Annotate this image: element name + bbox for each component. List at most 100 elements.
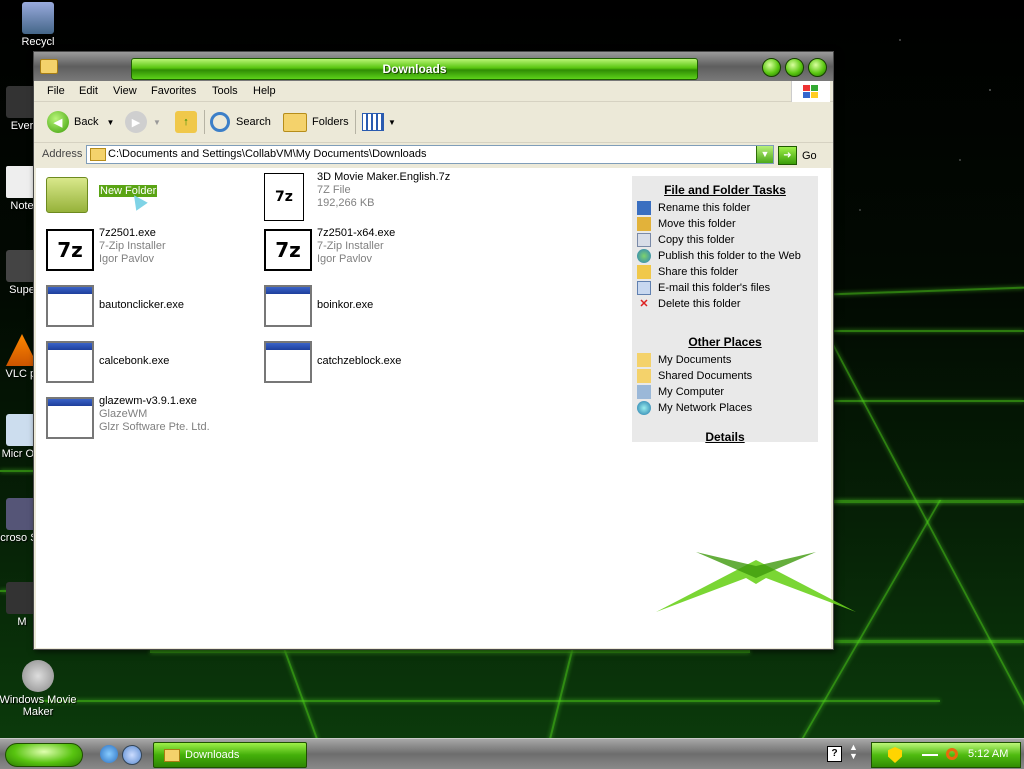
place-my-network-places[interactable]: My Network Places — [632, 400, 818, 416]
other-places-title[interactable]: Other Places — [632, 335, 818, 349]
desktop-icon-recycle-bin[interactable]: Recycl — [0, 2, 78, 48]
task-label: E-mail this folder's files — [658, 282, 771, 294]
place-my-documents[interactable]: My Documents — [632, 352, 818, 368]
search-button[interactable]: Search — [210, 110, 271, 134]
taskbar-button-label: Downloads — [185, 749, 240, 761]
shared-documents-icon — [637, 369, 651, 383]
my-documents-icon — [637, 353, 651, 367]
place-label: Shared Documents — [658, 370, 753, 382]
address-label: Address — [42, 148, 83, 160]
folders-button[interactable]: Folders — [283, 110, 349, 134]
menu-bar: File Edit View Favorites Tools Help — [34, 81, 833, 103]
file-name: bautonclicker.exe — [99, 299, 184, 311]
task-label: Delete this folder — [658, 298, 741, 310]
desktop-icon-label: Ever — [10, 120, 34, 132]
recycle-bin-icon — [22, 2, 54, 34]
file-name: boinkor.exe — [317, 299, 374, 311]
task-delete[interactable]: ✕ Delete this folder — [632, 296, 818, 312]
maximize-button[interactable] — [785, 58, 804, 77]
help-icon[interactable]: ? — [827, 746, 842, 762]
go-button[interactable]: ➜ Go — [778, 146, 817, 165]
task-label: Share this folder — [658, 266, 739, 278]
search-icon[interactable] — [946, 748, 958, 760]
file-description: 7-Zip Installer — [317, 240, 384, 252]
task-label: Publish this folder to the Web — [658, 250, 801, 262]
folder-icon — [46, 177, 88, 213]
place-label: My Computer — [658, 386, 725, 398]
address-bar: Address C:\Documents and Settings\Collab… — [34, 143, 833, 165]
go-label: Go — [802, 149, 817, 162]
go-arrow-icon: ➜ — [778, 146, 797, 165]
search-label: Search — [236, 116, 271, 128]
system-tray: 5:12 AM — [871, 742, 1021, 768]
desktop-icon-label: Recycl — [21, 36, 55, 48]
chevron-down-icon[interactable]: ▼ — [756, 146, 773, 163]
file-company: Igor Pavlov — [317, 253, 373, 265]
task-move[interactable]: Move this folder — [632, 216, 818, 232]
file-description: GlazeWM — [99, 408, 148, 420]
address-input[interactable]: C:\Documents and Settings\CollabVM\My Do… — [86, 145, 774, 164]
place-shared-documents[interactable]: Shared Documents — [632, 368, 818, 384]
file-item[interactable]: 7z 3D Movie Maker.English.7z 7Z File 192… — [258, 169, 468, 221]
minimize-button[interactable] — [762, 58, 781, 77]
file-name: calcebonk.exe — [99, 355, 170, 367]
menu-tools[interactable]: Tools — [212, 85, 238, 97]
folder-icon — [164, 748, 180, 762]
menu-file[interactable]: File — [47, 85, 65, 97]
7zip-icon: 7z — [46, 229, 94, 271]
toolbar: ◀ Back ▼ ▶ ▼ ↑ Search Folders ▼ — [34, 102, 833, 143]
task-copy[interactable]: Copy this folder — [632, 232, 818, 248]
file-item[interactable]: 7z 7z2501.exe 7-Zip Installer Igor Pavlo… — [40, 225, 250, 275]
file-item[interactable]: catchzeblock.exe — [258, 337, 468, 387]
grid-line — [830, 330, 1024, 332]
toolbar-separator — [204, 110, 205, 134]
menu-help[interactable]: Help — [253, 85, 276, 97]
file-item[interactable]: 7z 7z2501-x64.exe 7-Zip Installer Igor P… — [258, 225, 468, 275]
ie-icon[interactable] — [100, 745, 118, 763]
views-button[interactable]: ▼ — [362, 110, 396, 134]
task-pane: File and Folder Tasks Rename this folder… — [620, 168, 856, 648]
task-share[interactable]: Share this folder — [632, 264, 818, 280]
file-item[interactable]: bautonclicker.exe — [40, 281, 250, 331]
task-email[interactable]: E-mail this folder's files — [632, 280, 818, 296]
taskbar-button-downloads[interactable]: Downloads — [153, 742, 307, 768]
menu-view[interactable]: View — [113, 85, 137, 97]
window-title: Downloads — [382, 62, 447, 76]
close-button[interactable] — [808, 58, 827, 77]
network-icon[interactable] — [922, 754, 938, 756]
place-my-computer[interactable]: My Computer — [632, 384, 818, 400]
file-item[interactable]: New Folder — [40, 169, 250, 219]
grid-line — [283, 650, 319, 738]
other-places-list: My Documents Shared Documents My Compute… — [632, 352, 818, 416]
move-icon — [637, 217, 651, 231]
task-rename[interactable]: Rename this folder — [632, 200, 818, 216]
start-button[interactable] — [5, 743, 83, 767]
desktop-icon-label: Supe — [9, 284, 35, 296]
forward-button[interactable]: ▶ ▼ — [125, 110, 161, 134]
chevron-down-icon: ▼ — [153, 117, 161, 127]
copy-icon — [637, 233, 651, 247]
up-folder-button[interactable]: ↑ — [175, 110, 197, 134]
file-type: 7Z File — [317, 184, 351, 196]
task-label: Move this folder — [658, 218, 736, 230]
share-icon — [637, 265, 651, 279]
file-item[interactable]: glazewm-v3.9.1.exe GlazeWM Glzr Software… — [40, 393, 250, 443]
security-shield-icon[interactable] — [888, 747, 902, 763]
tray-expand-icon[interactable]: ▲ ▼ — [849, 743, 858, 761]
desktop-icon-label: Note — [10, 200, 34, 212]
file-item[interactable]: boinkor.exe — [258, 281, 468, 331]
views-icon — [362, 113, 384, 131]
file-folder-tasks-title[interactable]: File and Folder Tasks — [632, 183, 818, 197]
file-name: New Folder — [99, 185, 158, 197]
file-item[interactable]: calcebonk.exe — [40, 337, 250, 387]
back-button[interactable]: ◀ Back ▼ — [47, 110, 114, 134]
desktop-icon-movie-maker[interactable]: Windows Movie Maker — [0, 660, 78, 718]
file-name: 3D Movie Maker.English.7z — [317, 171, 451, 183]
menu-favorites[interactable]: Favorites — [151, 85, 196, 97]
title-bar[interactable]: Downloads — [34, 52, 833, 81]
menu-edit[interactable]: Edit — [79, 85, 98, 97]
clock[interactable]: 5:12 AM — [968, 748, 1008, 760]
quick-launch-icon[interactable] — [122, 745, 142, 765]
task-publish[interactable]: Publish this folder to the Web — [632, 248, 818, 264]
details-title[interactable]: Details — [632, 430, 818, 444]
